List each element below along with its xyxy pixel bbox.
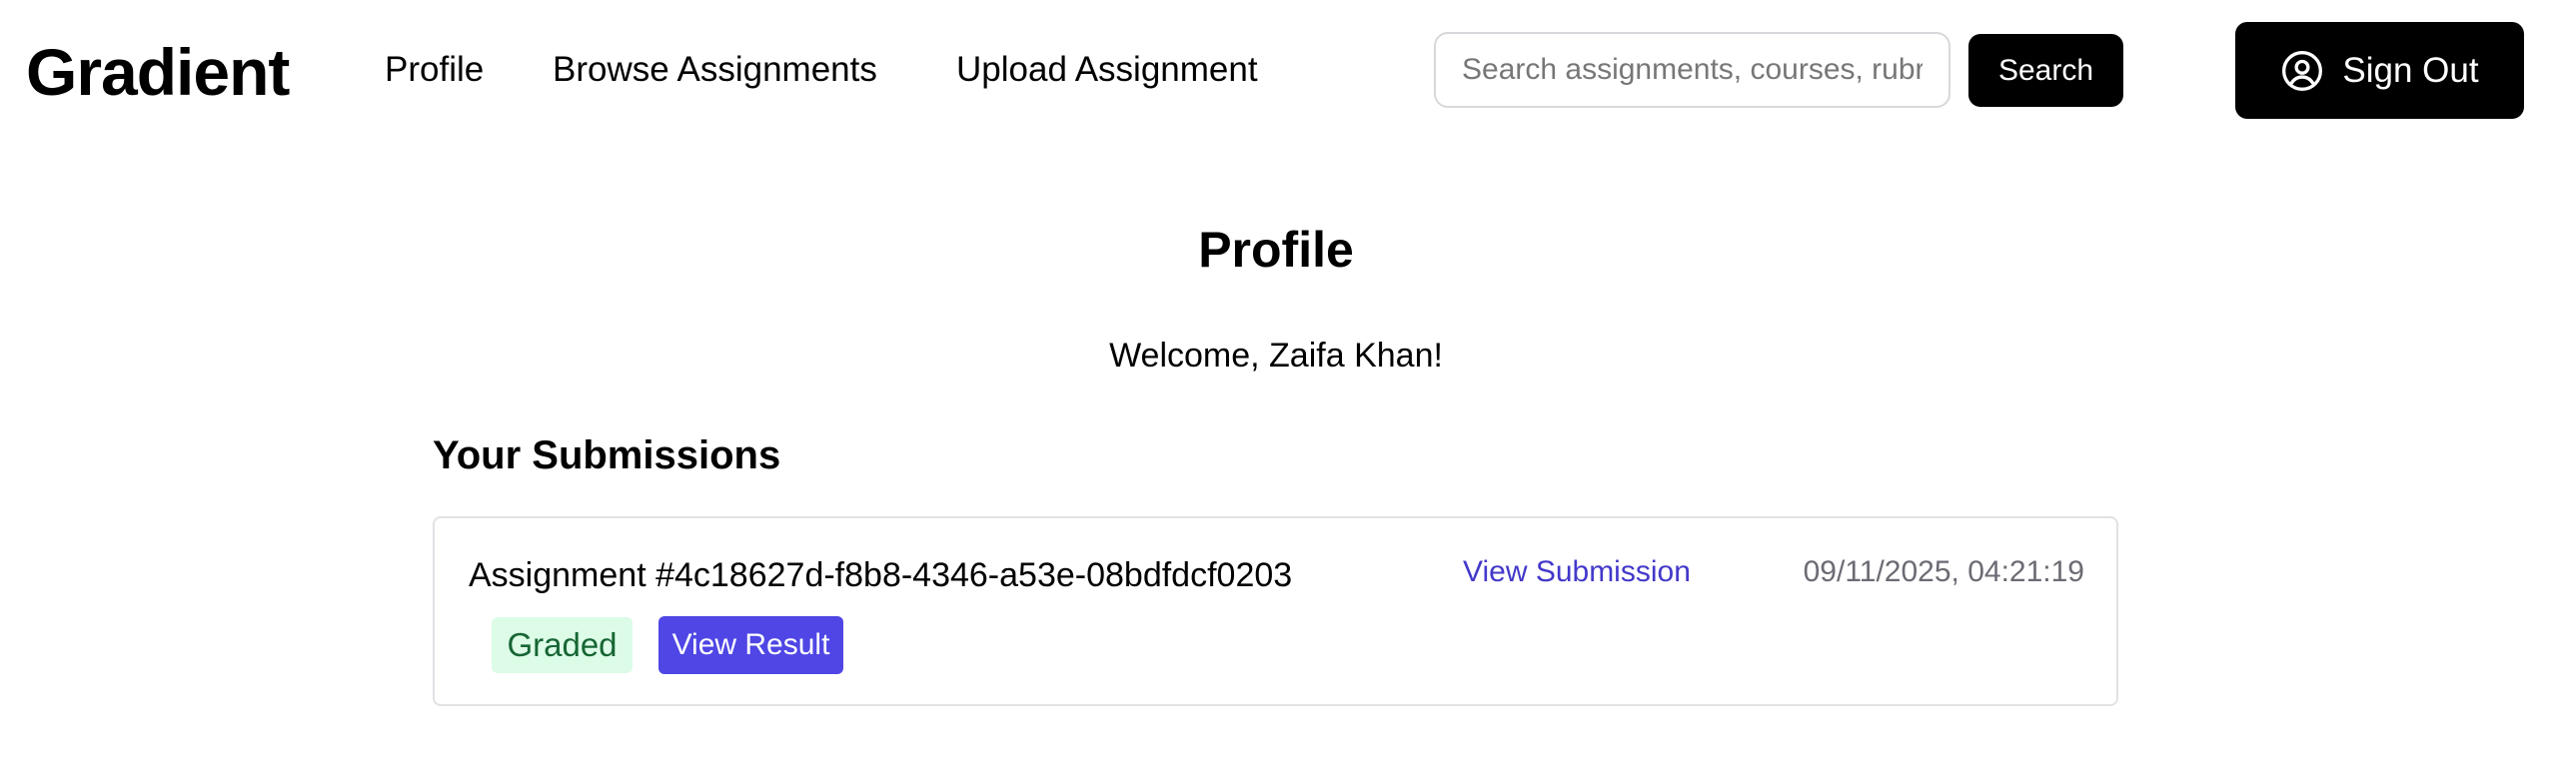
submission-card: Assignment #4c18627d-f8b8-4346-a53e-08bd… bbox=[433, 516, 2118, 706]
nav-link-profile[interactable]: Profile bbox=[385, 48, 484, 92]
sign-out-label: Sign Out bbox=[2342, 50, 2479, 90]
user-circle-icon bbox=[2282, 50, 2323, 91]
search-button[interactable]: Search bbox=[1968, 34, 2123, 107]
search-input[interactable] bbox=[1434, 32, 1950, 108]
brand-logo[interactable]: Gradient bbox=[26, 34, 290, 110]
welcome-message: Welcome, Zaifa Khan! bbox=[1109, 337, 1443, 375]
nav-link-browse-assignments[interactable]: Browse Assignments bbox=[553, 48, 877, 92]
sign-out-button[interactable]: Sign Out bbox=[2235, 22, 2524, 119]
view-submission-link[interactable]: View Submission bbox=[1463, 552, 1691, 592]
top-nav-bar: Gradient Profile Browse Assignments Uplo… bbox=[0, 0, 2576, 142]
status-badge: Graded bbox=[492, 617, 633, 673]
assignment-title: Assignment #4c18627d-f8b8-4346-a53e-08bd… bbox=[469, 556, 1293, 594]
submission-timestamp: 09/11/2025, 04:21:19 bbox=[1803, 555, 2084, 588]
submissions-heading: Your Submissions bbox=[433, 433, 781, 477]
page-title: Profile bbox=[1198, 222, 1354, 278]
view-result-button[interactable]: View Result bbox=[658, 616, 843, 674]
nav-link-upload-assignment[interactable]: Upload Assignment bbox=[956, 48, 1258, 92]
